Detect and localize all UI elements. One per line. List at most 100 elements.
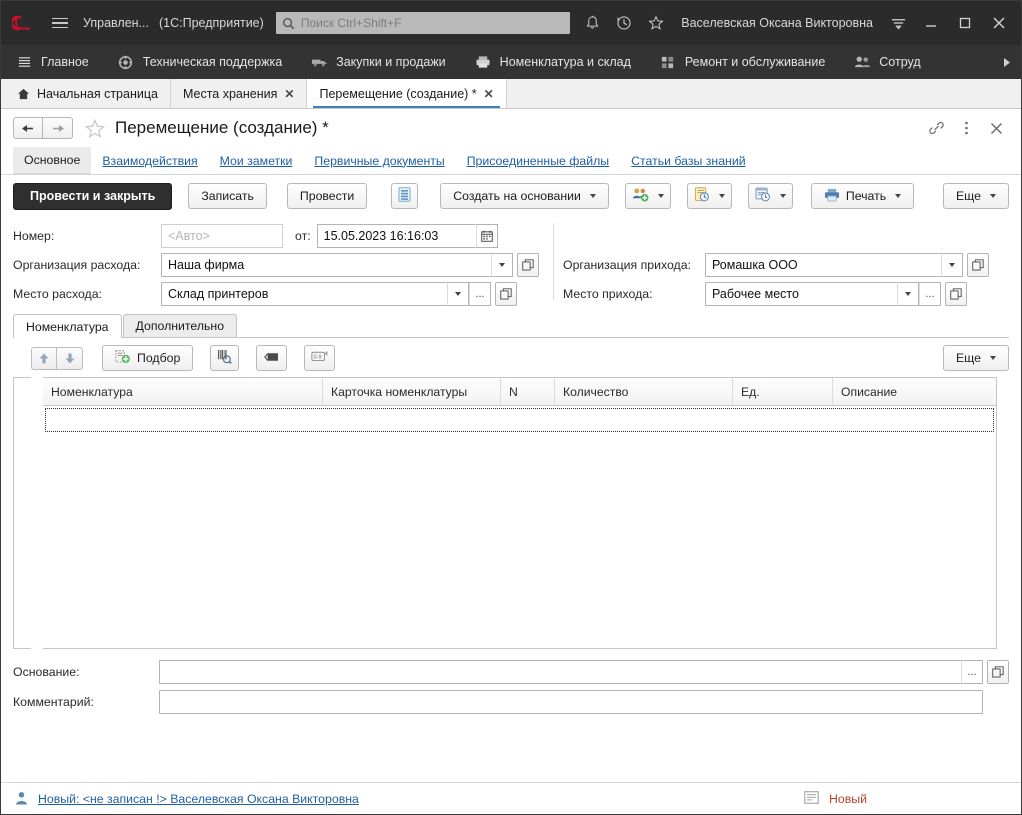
table-row[interactable] [45, 408, 994, 432]
barcode-scan-button[interactable] [210, 345, 239, 371]
back-button[interactable] [13, 117, 43, 139]
close-icon[interactable] [983, 8, 1015, 38]
note-history-button[interactable] [687, 183, 732, 209]
move-down-button[interactable] [57, 347, 83, 370]
people-icon [853, 53, 871, 71]
select-ellipsis-button[interactable]: ... [919, 282, 941, 306]
tab-nachalnaya-stranica[interactable]: Начальная страница [5, 79, 171, 108]
table-body[interactable] [43, 406, 996, 648]
navlink-vzaimodeystviya[interactable]: Взаимодействия [91, 147, 208, 174]
basis-input[interactable] [159, 660, 961, 684]
document-status-link[interactable]: Новый: <не записан !> Васелевская Оксана… [38, 792, 359, 806]
navlink-pervichnye-dokumenty[interactable]: Первичные документы [303, 147, 455, 174]
date-field[interactable]: 15.05.2023 16:16:03 [317, 224, 498, 248]
menu-item-zakupki-prodazhi[interactable]: Закупки и продажи [310, 45, 460, 79]
dropdown-arrow-icon[interactable] [897, 282, 919, 306]
search-input[interactable]: Поиск Ctrl+Shift+F [276, 12, 570, 34]
table-more-button[interactable]: Еще [943, 345, 1009, 371]
kebab-menu-icon[interactable] [953, 115, 979, 141]
open-external-icon[interactable] [967, 253, 989, 277]
history-icon[interactable] [609, 8, 639, 38]
register-records-button[interactable] [391, 183, 418, 209]
tab-mesta-hraneniya[interactable]: Места хранения ✕ [171, 79, 308, 108]
print-button[interactable]: Печать [811, 183, 914, 209]
column-header-kartochka[interactable]: Карточка номенклатуры [323, 378, 501, 405]
tab-peremeshchenie-sozdanie[interactable]: Перемещение (создание) * ✕ [307, 79, 506, 108]
link-icon[interactable] [923, 115, 949, 141]
column-header-n[interactable]: N [501, 378, 555, 405]
dropdown-arrow-icon[interactable] [491, 253, 513, 277]
navlink-stati-bazy-znaniy[interactable]: Статьи базы знаний [620, 147, 756, 174]
tag-button[interactable] [256, 345, 287, 371]
org-expense-input[interactable]: Наша фирма [161, 253, 491, 277]
menu-item-glavnoe[interactable]: Главное [15, 45, 103, 79]
navlink-moi-zametki[interactable]: Мои заметки [209, 147, 304, 174]
org-income-input[interactable]: Ромашка ООО [705, 253, 941, 277]
menu-item-nomenklatura-sklad[interactable]: Номенклатура и склад [474, 45, 645, 79]
tab-label: Перемещение (создание) * [319, 87, 476, 101]
select-ellipsis-button[interactable]: ... [961, 660, 983, 684]
basis-field[interactable]: ... [159, 660, 983, 684]
inner-tab-nomenklatura[interactable]: Номенклатура [13, 314, 122, 338]
numpad-button[interactable]: 0-9 [304, 345, 335, 371]
place-expense-input[interactable]: Склад принтеров [161, 282, 447, 306]
date-input[interactable]: 15.05.2023 16:16:03 [317, 224, 476, 248]
create-based-on-button[interactable]: Создать на основании [440, 183, 609, 209]
menu-item-sotrudniki[interactable]: Сотруд [853, 45, 934, 79]
move-up-button[interactable] [31, 347, 57, 370]
navlink-label: Взаимодействия [102, 154, 197, 168]
place-income-field[interactable]: Рабочее место ... [705, 282, 941, 306]
add-contact-button[interactable] [625, 183, 671, 209]
forward-button[interactable] [43, 117, 73, 139]
report-history-button[interactable] [748, 183, 793, 209]
dropdown-arrow-icon[interactable] [447, 282, 469, 306]
org-expense-field[interactable]: Наша фирма [161, 253, 513, 277]
menu-item-tehpodderzhka[interactable]: Техническая поддержка [117, 45, 296, 79]
tag-icon [263, 351, 280, 366]
column-header-ed[interactable]: Ед. [733, 378, 833, 405]
navlink-prisoedinennye-fayly[interactable]: Присоединенные файлы [456, 147, 620, 174]
tab-label: Начальная страница [37, 87, 158, 101]
column-header-nomenklatura[interactable]: Номенклатура [43, 378, 323, 405]
list-icon [15, 53, 33, 71]
navlink-osnovnoe[interactable]: Основное [13, 147, 91, 174]
form-row-org-income: Организация прихода: Ромашка ООО [563, 250, 1009, 279]
close-icon[interactable]: ✕ [284, 88, 294, 100]
document-header: Перемещение (создание) * [1, 109, 1021, 147]
open-external-icon[interactable] [495, 282, 517, 306]
inner-tab-label: Дополнительно [136, 319, 225, 333]
more-button[interactable]: Еще [943, 183, 1009, 209]
select-items-button[interactable]: Подбор [102, 345, 193, 371]
number-input[interactable]: <Авто> [161, 224, 283, 248]
hamburger-icon[interactable] [47, 10, 73, 36]
maximize-icon[interactable] [949, 8, 981, 38]
save-button[interactable]: Записать [188, 183, 267, 209]
menu-overflow-arrow-icon[interactable] [1002, 57, 1021, 68]
close-document-icon[interactable] [983, 115, 1009, 141]
options-icon[interactable] [883, 8, 913, 38]
bell-icon[interactable] [577, 8, 607, 38]
window-tab-strip: Начальная страница Места хранения ✕ Пере… [1, 79, 1021, 109]
post-button[interactable]: Провести [287, 183, 367, 209]
select-ellipsis-button[interactable]: ... [469, 282, 491, 306]
column-header-opisanie[interactable]: Описание [833, 378, 996, 405]
calendar-icon[interactable] [476, 224, 498, 248]
menu-item-remont-obsluzhivanie[interactable]: Ремонт и обслуживание [659, 45, 839, 79]
dropdown-arrow-icon[interactable] [941, 253, 963, 277]
post-and-close-button[interactable]: Провести и закрыть [13, 183, 172, 210]
minimize-icon[interactable] [915, 8, 947, 38]
org-income-field[interactable]: Ромашка ООО [705, 253, 963, 277]
star-icon[interactable] [641, 8, 671, 38]
open-external-icon[interactable] [945, 282, 967, 306]
open-external-icon[interactable] [987, 660, 1009, 684]
column-label: Описание [841, 385, 897, 399]
place-expense-field[interactable]: Склад принтеров ... [161, 282, 491, 306]
favorite-star-icon[interactable] [85, 119, 105, 138]
open-external-icon[interactable] [517, 253, 539, 277]
inner-tab-dopolnitelno[interactable]: Дополнительно [123, 314, 238, 337]
place-income-input[interactable]: Рабочее место [705, 282, 897, 306]
comment-input[interactable] [159, 690, 983, 714]
navigation-buttons [13, 117, 73, 139]
close-icon[interactable]: ✕ [484, 88, 494, 100]
column-header-kolichestvo[interactable]: Количество [555, 378, 733, 405]
